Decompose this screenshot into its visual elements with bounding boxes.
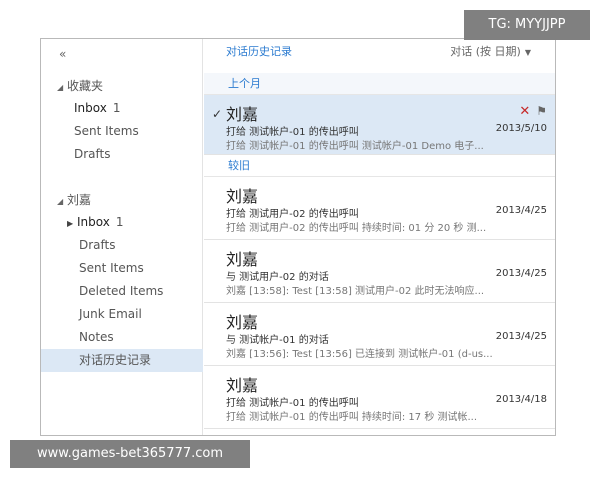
account-notes[interactable]: Notes (41, 326, 203, 349)
account-header[interactable]: ◢ 刘嘉 (41, 189, 203, 211)
message-item[interactable]: 刘嘉 与 测试用户-02 的对话 2013/4/25 刘嘉 [13:58]: T… (204, 240, 555, 303)
message-sender: 刘嘉 (226, 187, 259, 206)
message-sender: 刘嘉 (226, 250, 259, 269)
message-preview: 打给 测试用户-02 的传出呼叫 持续时间: 01 分 20 秒 测... (226, 223, 487, 234)
account-junk-email[interactable]: Junk Email (41, 303, 203, 326)
mail-window: « ◢ 收藏夹 Inbox 1 Sent Items Drafts ◢ 刘嘉 ▶ Inb… (40, 38, 556, 436)
message-item[interactable]: 刘嘉 打给 测试帐户-01 的传出呼叫 2013/4/18 打给 测试帐户-01… (204, 366, 555, 429)
message-subject: 与 测试用户-02 的对话 (226, 272, 329, 283)
message-sender: 刘嘉 (226, 376, 259, 395)
delete-icon[interactable]: ✕ (519, 104, 530, 119)
favorites-sent-items[interactable]: Sent Items (41, 120, 203, 143)
favorites-drafts[interactable]: Drafts (41, 143, 203, 166)
message-preview: 刘嘉 [13:56]: Test [13:56] 已连接到 测试帐户-01 (d… (226, 349, 493, 360)
message-date: 2013/4/25 (495, 331, 547, 342)
folder-sidebar: « ◢ 收藏夹 Inbox 1 Sent Items Drafts ◢ 刘嘉 ▶ Inb… (41, 39, 203, 435)
expand-triangle-icon: ◢ (57, 83, 64, 92)
account-deleted-items[interactable]: Deleted Items (41, 280, 203, 303)
message-preview: 刘嘉 [13:58]: Test [13:58] 测试用户-02 此时无法响应.… (226, 286, 485, 297)
collapse-sidebar-icon[interactable]: « (59, 47, 66, 61)
unread-count: 1 (112, 101, 121, 115)
flag-icon[interactable]: ⚑ (536, 104, 547, 118)
message-subject: 打给 测试用户-02 的传出呼叫 (226, 209, 359, 220)
account-inbox[interactable]: ▶ Inbox 1 (41, 211, 203, 234)
message-actions: ✕ ⚑ (519, 104, 547, 119)
chevron-down-icon: ▼ (524, 48, 531, 57)
message-preview: 打给 测试帐户-01 的传出呼叫 测试帐户-01 Demo 电子... (226, 141, 484, 152)
expand-triangle-icon: ◢ (57, 197, 64, 206)
account-drafts[interactable]: Drafts (41, 234, 203, 257)
message-item[interactable]: 刘嘉 打给 测试用户-02 的传出呼叫 2013/4/25 打给 测试用户-02… (204, 177, 555, 240)
message-item[interactable]: 刘嘉 与 测试帐户-01 的对话 2013/4/25 刘嘉 [13:56]: T… (204, 303, 555, 366)
caret-right-icon[interactable]: ▶ (67, 212, 77, 235)
message-item[interactable]: ✓ 刘嘉 ✕ ⚑ 打给 测试帐户-01 的传出呼叫 2013/5/10 打给 测试… (204, 95, 555, 155)
pane-header: 对话历史记录 对话 (按 日期) ▼ (204, 39, 555, 73)
message-list-pane: 对话历史记录 对话 (按 日期) ▼ 上个月 ✓ 刘嘉 ✕ ⚑ 打给 测试帐户-01… (204, 39, 555, 435)
message-preview: 打给 测试帐户-01 的传出呼叫 持续时间: 17 秒 测试帐... (226, 412, 478, 423)
message-subject: 打给 测试帐户-01 的传出呼叫 (226, 127, 359, 138)
section-header-older: 较旧 (204, 155, 555, 177)
message-date: 2013/4/18 (495, 394, 547, 405)
message-sender: 刘嘉 (226, 313, 259, 332)
account-sent-items[interactable]: Sent Items (41, 257, 203, 280)
message-subject: 与 测试帐户-01 的对话 (226, 335, 329, 346)
message-date: 2013/4/25 (495, 205, 547, 216)
favorites-group: ◢ 收藏夹 Inbox 1 Sent Items Drafts (41, 75, 203, 166)
unread-count: 1 (115, 215, 124, 229)
message-date: 2013/5/10 (495, 123, 547, 134)
sort-dropdown[interactable]: 对话 (按 日期) ▼ (450, 43, 531, 59)
section-header-last-month: 上个月 (204, 73, 555, 95)
favorites-header[interactable]: ◢ 收藏夹 (41, 75, 203, 97)
folder-title: 对话历史记录 (226, 45, 292, 58)
message-sender: 刘嘉 (226, 105, 259, 124)
message-subject: 打给 测试帐户-01 的传出呼叫 (226, 398, 359, 409)
account-group: ◢ 刘嘉 ▶ Inbox 1 Drafts Sent Items Deleted It… (41, 189, 203, 372)
checkmark-icon[interactable]: ✓ (212, 107, 222, 121)
message-date: 2013/4/25 (495, 268, 547, 279)
favorites-inbox[interactable]: Inbox 1 (41, 97, 203, 120)
account-conversation-history[interactable]: 对话历史记录 (41, 349, 203, 372)
watermark-banner: www.games-bet365777.com (10, 440, 250, 468)
tg-badge: TG: MYYJJPP (464, 10, 590, 40)
